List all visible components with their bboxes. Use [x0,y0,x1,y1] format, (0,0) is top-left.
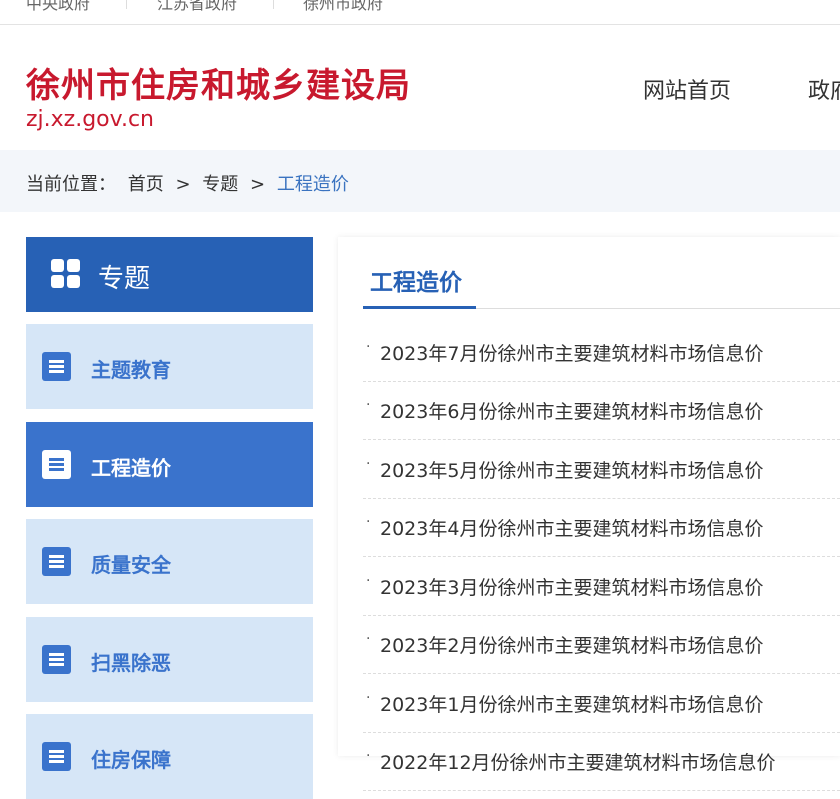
nav-item-home[interactable]: 网站首页 [643,73,731,105]
breadcrumb-item-home[interactable]: 首页 [128,174,164,195]
list-item-title[interactable]: 2023年4月份徐州市主要建筑材料市场信息价 [380,514,763,541]
list-item-title[interactable]: 2023年6月份徐州市主要建筑材料市场信息价 [380,397,763,424]
topbar-link-jiangsu-gov[interactable]: 江苏省政府 [157,0,237,14]
list-item-title[interactable]: 2023年5月份徐州市主要建筑材料市场信息价 [380,456,763,483]
breadcrumb-separator: > [175,174,191,195]
bullet: · [366,514,371,530]
list-item[interactable]: · 2023年4月份徐州市主要建筑材料市场信息价 [363,499,840,557]
content-title-underline [363,306,476,309]
topbar-link-central-gov[interactable]: 中央政府 [26,0,90,14]
bullet: · [366,573,371,589]
breadcrumb-bar: 当前位置： 首页 > 专题 > 工程造价 [0,150,840,212]
sidebar: 专题 主题教育 工程造价 质量安全 扫黑除恶 住房保障 [26,237,313,799]
site-header: 徐州市住房和城乡建设局 zj.xz.gov.cn 网站首页 政府 [0,25,840,150]
list-item-title[interactable]: 2022年12月份徐州市主要建筑材料市场信息价 [380,748,776,775]
breadcrumb: 当前位置： 首页 > 专题 > 工程造价 [26,170,355,196]
document-list-icon [42,352,71,381]
sidebar-item-anti-crime[interactable]: 扫黑除恶 [26,617,313,702]
nav-item-government[interactable]: 政府 [808,73,840,105]
document-list-icon [42,645,71,674]
site-domain: zj.xz.gov.cn [26,107,154,132]
content-panel: 工程造价 · 2023年7月份徐州市主要建筑材料市场信息价 · 2023年6月份… [338,237,840,791]
topbar-link-xuzhou-gov[interactable]: 徐州市政府 [303,0,383,14]
sidebar-item-quality-safety[interactable]: 质量安全 [26,519,313,604]
bullet: · [366,631,371,647]
sidebar-item-label: 扫黑除恶 [91,651,171,675]
breadcrumb-separator: > [250,174,266,195]
list-item-title[interactable]: 2023年7月份徐州市主要建筑材料市场信息价 [380,339,763,366]
list-item[interactable]: · 2023年2月份徐州市主要建筑材料市场信息价 [363,616,840,674]
sidebar-item-housing-security[interactable]: 住房保障 [26,714,313,799]
list-item-title[interactable]: 2023年1月份徐州市主要建筑材料市场信息价 [380,690,763,717]
bullet: · [366,397,371,413]
breadcrumb-item-current: 工程造价 [276,174,349,195]
grid-icon [51,259,81,289]
list-item-title[interactable]: 2023年2月份徐州市主要建筑材料市场信息价 [380,631,763,658]
list-item[interactable]: · 2023年1月份徐州市主要建筑材料市场信息价 [363,675,840,733]
breadcrumb-item-topics[interactable]: 专题 [202,174,238,195]
list-item[interactable]: · 2023年3月份徐州市主要建筑材料市场信息价 [363,558,840,616]
sidebar-header: 专题 [26,237,313,312]
list-item[interactable]: · 2022年12月份徐州市主要建筑材料市场信息价 [363,733,840,791]
list-item[interactable]: · 2023年7月份徐州市主要建筑材料市场信息价 [363,324,840,382]
sidebar-item-label: 工程造价 [91,456,171,480]
sidebar-item-label: 住房保障 [91,748,171,772]
bullet: · [366,456,371,472]
list-item[interactable]: · 2023年6月份徐州市主要建筑材料市场信息价 [363,382,840,440]
sidebar-item-engineering-cost[interactable]: 工程造价 [26,422,313,507]
document-list-icon [42,547,71,576]
topbar-divider [126,0,127,9]
list-item-title[interactable]: 2023年3月份徐州市主要建筑材料市场信息价 [380,573,763,600]
sidebar-item-theme-education[interactable]: 主题教育 [26,324,313,409]
document-list-icon [42,450,71,479]
sidebar-item-label: 主题教育 [91,358,171,382]
bullet: · [366,690,371,706]
top-link-bar: 中央政府 江苏省政府 徐州市政府 [0,0,840,25]
bullet: · [366,748,371,764]
topbar-divider [273,0,274,9]
sidebar-header-label: 专题 [98,264,151,294]
sidebar-item-label: 质量安全 [91,553,171,577]
breadcrumb-prefix: 当前位置： [26,174,116,195]
bullet: · [366,339,371,355]
content-title: 工程造价 [370,270,462,296]
document-list-icon [42,742,71,771]
site-title[interactable]: 徐州市住房和城乡建设局 [26,58,411,107]
list-item[interactable]: · 2023年5月份徐州市主要建筑材料市场信息价 [363,441,840,499]
